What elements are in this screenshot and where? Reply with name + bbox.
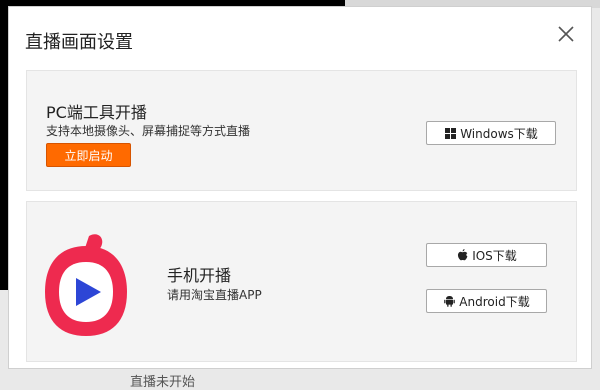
background-status-text: 直播未开始 [130, 375, 196, 390]
pc-panel-title: PC端工具开播 [46, 103, 147, 122]
background-footer [0, 368, 600, 387]
mobile-panel-description: 请用淘宝直播APP [167, 288, 262, 302]
windows-download-button[interactable]: Windows下载 [426, 121, 556, 145]
ios-download-button[interactable]: IOS下载 [426, 243, 547, 267]
windows-icon [444, 127, 456, 139]
close-button[interactable] [555, 23, 577, 45]
apple-icon [456, 249, 468, 261]
mobile-panel-title: 手机开播 [167, 266, 232, 285]
android-download-button[interactable]: Android下载 [426, 289, 547, 313]
start-now-button[interactable]: 立即启动 [46, 143, 131, 167]
close-icon [558, 26, 574, 42]
mobile-broadcast-panel: 手机开播 请用淘宝直播APP IOS下载 Android下载 [26, 201, 577, 362]
live-settings-dialog: 直播画面设置 PC端工具开播 支持本地摄像头、屏幕捕捉等方式直播 立即启动 Wi… [8, 6, 592, 369]
dialog-title: 直播画面设置 [25, 32, 133, 53]
ios-download-label: IOS下载 [472, 248, 517, 263]
windows-download-label: Windows下载 [460, 126, 538, 141]
android-download-label: Android下载 [459, 294, 530, 309]
pc-broadcast-panel: PC端工具开播 支持本地摄像头、屏幕捕捉等方式直播 立即启动 Windows下载 [26, 70, 577, 191]
android-icon [443, 295, 455, 307]
taobao-live-logo [43, 230, 129, 340]
pc-panel-description: 支持本地摄像头、屏幕捕捉等方式直播 [46, 124, 251, 138]
